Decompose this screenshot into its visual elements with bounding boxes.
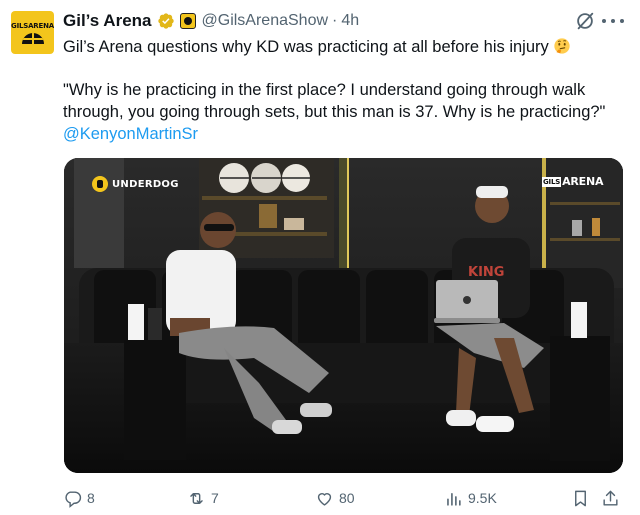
tweet-header: Gil’s Arena @GilsArenaShow · 4h [63, 10, 359, 32]
grok-icon[interactable] [574, 10, 596, 32]
repost-button[interactable]: 7 [187, 486, 219, 510]
reply-count: 8 [87, 490, 95, 506]
like-button[interactable]: 80 [315, 486, 355, 510]
underdog-watermark: UNDERDOG [92, 176, 179, 192]
avatar[interactable]: GILSARENA [11, 11, 54, 54]
repost-count: 7 [211, 490, 219, 506]
affiliate-badge-icon[interactable] [179, 13, 196, 29]
tweet-quote-line-1: "Why is he practicing in the first place… [63, 81, 586, 99]
reply-button[interactable]: 8 [63, 486, 95, 510]
separator-dot: · [332, 12, 338, 29]
more-icon[interactable] [602, 11, 624, 31]
like-icon [317, 492, 332, 506]
views-count: 9.5K [468, 490, 497, 506]
thinking-emoji-icon [554, 38, 570, 54]
timestamp[interactable]: 4h [341, 12, 359, 30]
avatar-logo-text: GILSARENA [11, 21, 54, 30]
views-icon [447, 492, 461, 506]
author-handle[interactable]: @GilsArenaShow [202, 12, 329, 30]
bookmark-button[interactable] [571, 486, 590, 510]
verified-badge-icon[interactable] [157, 12, 175, 30]
tweet-text-line-1: Gil’s Arena questions why KD was practic… [63, 36, 571, 58]
underdog-logo-icon [92, 176, 108, 192]
share-icon [603, 490, 618, 506]
studio-scene-image: KING [64, 158, 623, 473]
repost-icon [190, 492, 203, 504]
underdog-watermark-text: UNDERDOG [112, 178, 179, 190]
basketball-icon [21, 32, 44, 44]
tweet-quote-line-2: through, you going through sets, but thi… [63, 103, 606, 121]
views-button[interactable]: 9.5K [444, 486, 497, 510]
like-count: 80 [339, 490, 355, 506]
arena-watermark-prefix: GILS [542, 177, 562, 187]
display-name[interactable]: Gil’s Arena [63, 11, 152, 31]
shirt-graphic: KING [468, 265, 504, 280]
bookmark-icon [575, 490, 586, 506]
arena-watermark-text: ARENA [562, 175, 604, 188]
arena-watermark: GILS ARENA [542, 175, 603, 188]
reply-icon [65, 490, 82, 508]
tweet-media-video[interactable]: KING UNDERDOG GILS ARENA [64, 158, 623, 473]
tweet-headline: Gil’s Arena questions why KD was practic… [63, 38, 549, 56]
action-bar: 8 7 80 9.5K [63, 486, 623, 510]
share-button[interactable] [601, 486, 620, 510]
mention-link[interactable]: @KenyonMartinSr [63, 123, 198, 145]
